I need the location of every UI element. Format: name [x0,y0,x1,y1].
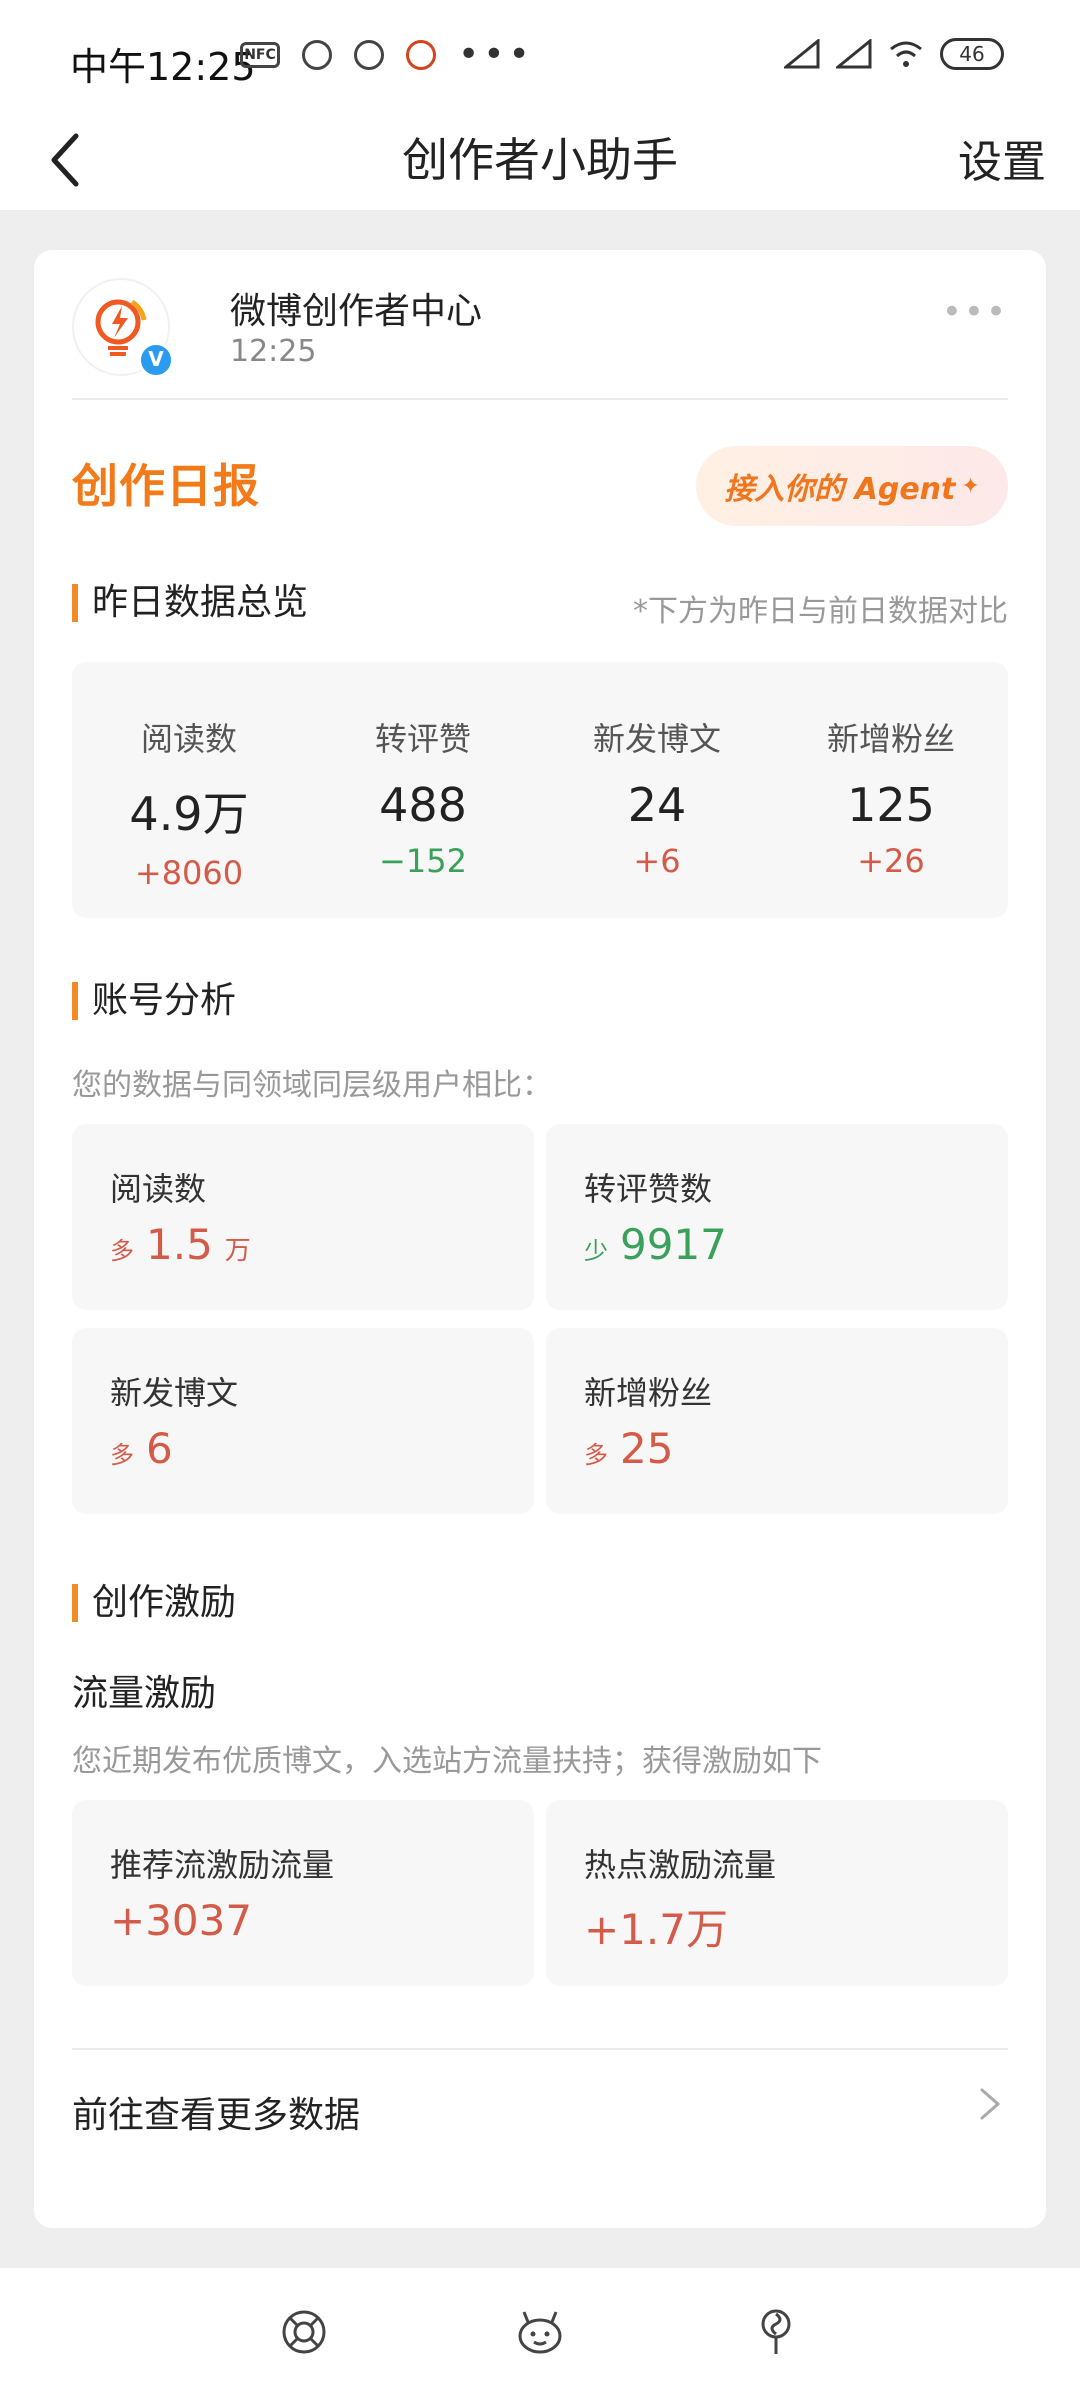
compare-label: 新增粉丝 [584,1374,713,1412]
incentive-label: 推荐流激励流量 [110,1846,335,1884]
notification-icons: NFC ••• [240,34,534,75]
top-navigation-bar: 创作者小助手 设置 [0,110,1080,210]
system-icons: 46 [784,38,1004,70]
more-notifications-icon: ••• [458,34,534,75]
wifi-icon [890,41,922,67]
verified-badge-icon: V [138,342,174,378]
incentive-number: +3037 [110,1896,253,1945]
stat-label: 新发博文 [592,720,721,758]
incentive-value: +3037 [110,1896,252,1945]
compare-unit: 万 [224,1236,251,1266]
incentive-number: +1.7万 [584,1905,728,1954]
incentive-label: 热点激励流量 [584,1846,777,1884]
compare-new-followers: 新增粉丝 多 25 [546,1328,1008,1514]
mascot-icon[interactable] [514,2306,566,2358]
incentive-subtitle: 流量激励 [72,1673,217,1714]
compare-value: 多 1.5 万 [110,1220,251,1269]
message-time: 12:25 [230,334,317,369]
status-bar: 中午12:25 NFC ••• 46 [0,0,1080,110]
report-title: 创作日报 [72,459,260,513]
compare-new-posts: 新发博文 多 6 [72,1328,534,1514]
stat-new-followers: 新增粉丝 125 +26 [774,662,1008,918]
compare-tag: 多 [110,1237,134,1265]
app-notification-icon [302,40,332,70]
lifebuoy-icon[interactable] [278,2306,330,2358]
divider [72,398,1008,400]
app-notification-icon [354,40,384,70]
compare-tag: 多 [584,1441,608,1469]
stat-reads: 阅读数 4.9万 +8060 [72,662,306,918]
stat-value: 125 [847,778,935,832]
compare-number: 1.5 [146,1220,213,1269]
account-analysis-note: 您的数据与同领域同层级用户相比： [72,1068,552,1103]
stat-value: 488 [379,778,467,832]
battery-icon: 46 [940,38,1004,70]
weibo-notification-icon [406,40,436,70]
account-analysis-title: 账号分析 [72,982,236,1020]
page-title: 创作者小助手 [402,133,678,187]
incentive-recommend-traffic: 推荐流激励流量 +3037 [72,1800,534,1986]
compare-tag: 多 [110,1441,134,1469]
compare-number: 25 [620,1424,674,1473]
signal-icon [836,39,872,69]
stat-delta: +6 [633,842,681,880]
stat-new-posts: 新发博文 24 +6 [540,662,774,918]
compare-label: 阅读数 [110,1170,207,1208]
stat-label: 阅读数 [140,720,237,758]
stat-value: 24 [627,778,687,832]
message-header: V 微博创作者中心 12:25 ••• [72,278,1008,398]
compare-value: 多 6 [110,1424,173,1473]
stat-delta: +8060 [134,854,244,892]
connect-agent-button[interactable]: 接入你的 Agent ✦ [696,446,1008,526]
incentive-hot-traffic: 热点激励流量 +1.7万 [546,1800,1008,1986]
incentive-value: +1.7万 [584,1896,728,1957]
stat-label: 转评赞 [374,720,471,758]
avatar[interactable]: V [72,278,174,378]
compare-label: 转评赞数 [584,1170,713,1208]
view-more-data-link[interactable]: 前往查看更多数据 [72,2086,360,2138]
overview-section-title: 昨日数据总览 [72,584,308,622]
compare-number: 9917 [620,1220,727,1269]
incentive-section-title: 创作激励 [72,1584,236,1622]
stat-delta: −152 [379,842,467,880]
lollipop-icon[interactable] [750,2306,802,2358]
connect-agent-label: 接入你的 Agent [724,472,956,507]
stat-delta: +26 [857,842,925,880]
more-options-button[interactable]: ••• [942,292,1008,332]
overview-stats: 阅读数 4.9万 +8060 转评赞 488 −152 新发博文 24 +6 新… [72,662,1008,918]
sparkle-icon: ✦ [961,473,980,499]
stat-engagements: 转评赞 488 −152 [306,662,540,918]
status-time: 中午12:25 [70,45,256,89]
compare-value: 少 9917 [584,1220,727,1269]
signal-icon [784,39,820,69]
nfc-icon: NFC [240,42,280,68]
compare-value: 多 25 [584,1424,673,1473]
overview-note: *下方为昨日与前日数据对比 [633,594,1008,629]
stat-value: 4.9万 [129,787,249,841]
compare-reads: 阅读数 多 1.5 万 [72,1124,534,1310]
settings-button[interactable]: 设置 [958,126,1046,190]
compare-engagements: 转评赞数 少 9917 [546,1124,1008,1310]
compare-label: 新发博文 [110,1374,239,1412]
sender-name: 微博创作者中心 [230,291,483,332]
compare-tag: 少 [584,1237,608,1265]
incentive-note: 您近期发布优质博文，入选站方流量扶持；获得激励如下 [72,1744,822,1779]
bottom-toolbar [0,2268,1080,2400]
stat-label: 新增粉丝 [826,720,955,758]
daily-report-card: V 微博创作者中心 12:25 ••• 创作日报 接入你的 Agent ✦ 昨日… [34,250,1046,2228]
compare-number: 6 [146,1424,173,1473]
divider [72,2048,1008,2050]
chevron-right-icon[interactable] [976,2084,1004,2124]
